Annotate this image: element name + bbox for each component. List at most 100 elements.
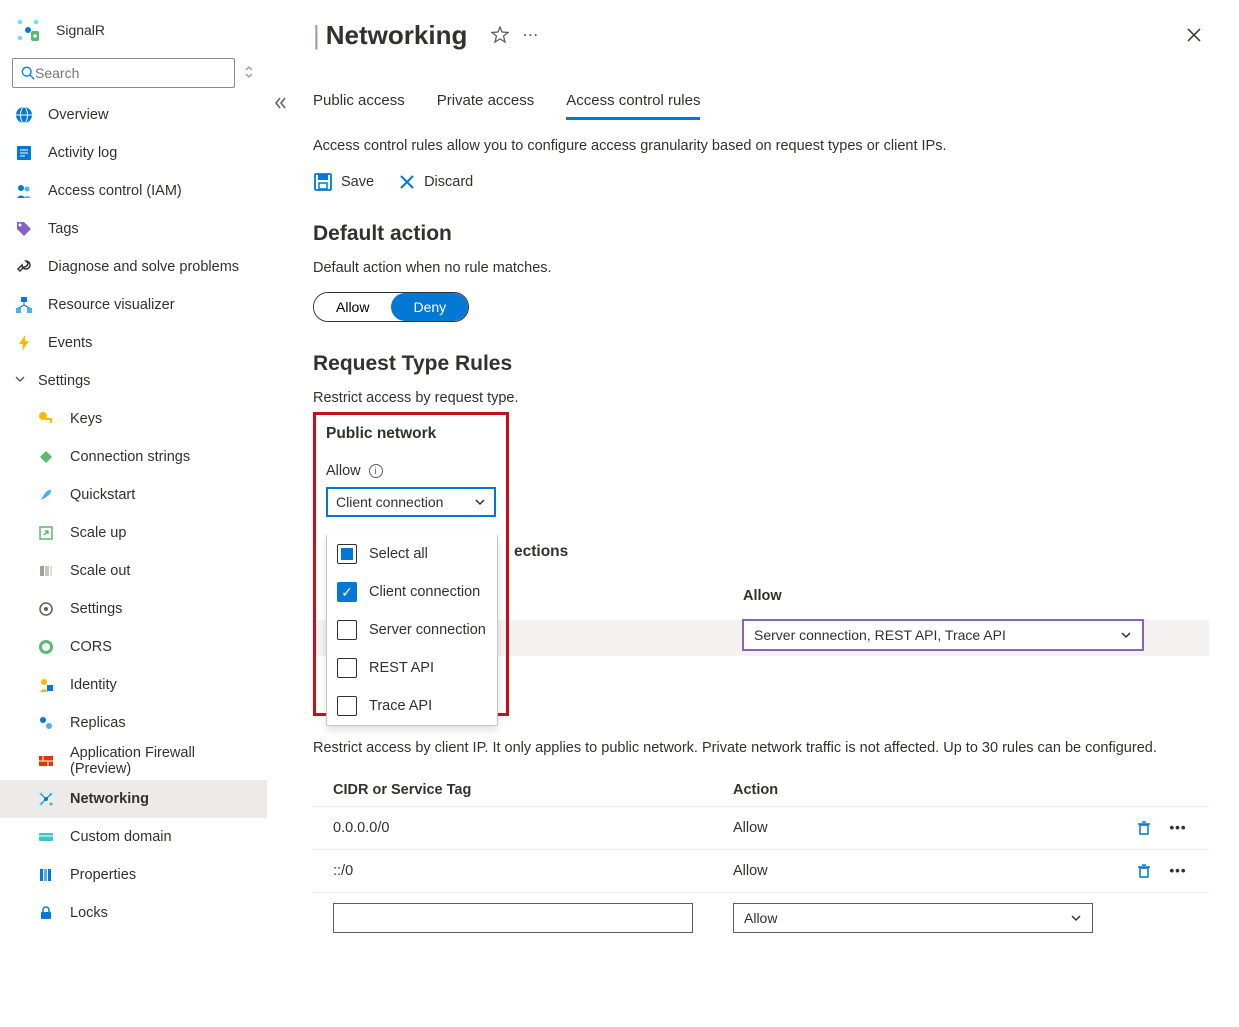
ip-rules-desc: Restrict access by client IP. It only ap… (313, 738, 1209, 760)
checkbox-checked[interactable] (337, 582, 357, 602)
dropdown-option-client-connection[interactable]: Client connection (327, 573, 497, 611)
option-label: Server connection (369, 622, 486, 638)
delete-rule-button[interactable] (1133, 860, 1155, 882)
chevron-down-icon (474, 496, 486, 508)
sidebar-item-quickstart[interactable]: Quickstart (0, 476, 267, 514)
dropdown-option-trace-api[interactable]: Trace API (327, 687, 497, 725)
sidebar-item-cors[interactable]: CORS (0, 628, 267, 666)
search-input[interactable] (35, 65, 226, 81)
favorite-button[interactable] (485, 20, 515, 50)
sidebar-item-identity[interactable]: Identity (0, 666, 267, 704)
save-icon (313, 172, 333, 192)
sidebar-item-visualizer[interactable]: Resource visualizer (0, 286, 267, 324)
replicas-icon (36, 713, 56, 733)
trash-icon (1136, 863, 1152, 879)
sidebar-item-label: Events (48, 335, 92, 351)
network-icon (36, 789, 56, 809)
action-cell: Allow (713, 806, 1113, 849)
default-action-toggle: Allow Deny (313, 292, 469, 322)
checkbox-unchecked[interactable] (337, 696, 357, 716)
new-action-select[interactable]: Allow (733, 903, 1093, 933)
sidebar-item-tags[interactable]: Tags (0, 210, 267, 248)
bolt-icon (14, 333, 34, 353)
toggle-label: Allow (336, 299, 369, 315)
expand-collapse-icon[interactable] (243, 64, 255, 83)
checkbox-unchecked[interactable] (337, 620, 357, 640)
sidebar-item-scaleup[interactable]: Scale up (0, 514, 267, 552)
collapse-sidebar-button[interactable] (267, 0, 293, 1027)
dropdown-option-select-all[interactable]: Select all (327, 535, 497, 573)
toggle-option-deny[interactable]: Deny (391, 293, 468, 321)
sidebar-search[interactable] (12, 58, 235, 88)
row-more-button[interactable]: ••• (1167, 860, 1189, 882)
private-allow-select[interactable]: Server connection, REST API, Trace API (743, 620, 1143, 650)
close-button[interactable] (1179, 20, 1209, 50)
sidebar-item-label: Networking (70, 791, 149, 807)
trash-icon (1136, 820, 1152, 836)
allow-combobox[interactable]: Client connection (326, 487, 496, 517)
delete-rule-button[interactable] (1133, 817, 1155, 839)
close-icon (1186, 27, 1202, 43)
sidebar-header: SignalR (0, 10, 267, 58)
button-label: Save (341, 174, 374, 190)
second-allow-header: Allow (743, 588, 1143, 604)
sidebar-item-events[interactable]: Events (0, 324, 267, 362)
checkbox-unchecked[interactable] (337, 658, 357, 678)
cidr-cell: 0.0.0.0/0 (313, 806, 713, 849)
discard-button[interactable]: Discard (398, 172, 473, 192)
tab-description: Access control rules allow you to config… (313, 138, 1209, 154)
tag-icon (14, 219, 34, 239)
sidebar-item-label: Diagnose and solve problems (48, 259, 239, 275)
sidebar-item-scaleout[interactable]: Scale out (0, 552, 267, 590)
row-more-button[interactable]: ••• (1167, 817, 1189, 839)
sidebar-item-locks[interactable]: Locks (0, 894, 267, 932)
dropdown-option-rest-api[interactable]: REST API (327, 649, 497, 687)
gear-icon (36, 599, 56, 619)
page-title: Networking (326, 20, 468, 51)
sidebar-item-label: Scale out (70, 563, 130, 579)
toggle-option-allow[interactable]: Allow (314, 293, 391, 321)
sidebar-item-label: Connection strings (70, 449, 190, 465)
ellipsis-icon: ⋯ (522, 25, 538, 45)
sidebar-item-properties[interactable]: Properties (0, 856, 267, 894)
sidebar-item-label: CORS (70, 639, 112, 655)
sidebar-item-firewall[interactable]: Application Firewall (Preview) (0, 742, 267, 780)
chevron-double-left-icon (273, 96, 287, 110)
sidebar-item-keys[interactable]: Keys (0, 400, 267, 438)
tab-access-control-rules[interactable]: Access control rules (566, 92, 700, 120)
sidebar-group-settings[interactable]: Settings (0, 362, 267, 400)
sidebar-item-networking[interactable]: Networking (0, 780, 267, 818)
more-button[interactable]: ⋯ (515, 20, 545, 50)
option-label: Client connection (369, 584, 480, 600)
option-label: Select all (369, 546, 428, 562)
save-button[interactable]: Save (313, 172, 374, 192)
button-label: Discard (424, 174, 473, 190)
identity-icon (36, 675, 56, 695)
sidebar-item-diagnose[interactable]: Diagnose and solve problems (0, 248, 267, 286)
checkbox-indeterminate[interactable] (337, 544, 357, 564)
sidebar-item-overview[interactable]: Overview (0, 96, 267, 134)
tab-label: Public access (313, 92, 405, 109)
request-rules-desc: Restrict access by request type. (313, 390, 1209, 406)
sidebar-item-label: Replicas (70, 715, 126, 731)
scaleup-icon (36, 523, 56, 543)
sidebar-item-settings[interactable]: Settings (0, 590, 267, 628)
sidebar-item-label: Activity log (48, 145, 117, 161)
default-action-desc: Default action when no rule matches. (313, 260, 1209, 276)
properties-icon (36, 865, 56, 885)
tab-public-access[interactable]: Public access (313, 92, 405, 120)
sidebar-item-custom-domain[interactable]: Custom domain (0, 818, 267, 856)
sidebar-group-label: Settings (38, 373, 90, 389)
cors-icon (36, 637, 56, 657)
allow-label: Allow (326, 463, 361, 479)
cidr-cell: ::/0 (313, 849, 713, 892)
log-icon (14, 143, 34, 163)
sidebar-item-iam[interactable]: Access control (IAM) (0, 172, 267, 210)
sidebar-item-activity-log[interactable]: Activity log (0, 134, 267, 172)
dropdown-option-server-connection[interactable]: Server connection (327, 611, 497, 649)
sidebar-item-replicas[interactable]: Replicas (0, 704, 267, 742)
sidebar-item-connstr[interactable]: Connection strings (0, 438, 267, 476)
new-cidr-input[interactable] (333, 903, 693, 933)
info-icon[interactable]: i (369, 464, 383, 478)
tab-private-access[interactable]: Private access (437, 92, 535, 120)
